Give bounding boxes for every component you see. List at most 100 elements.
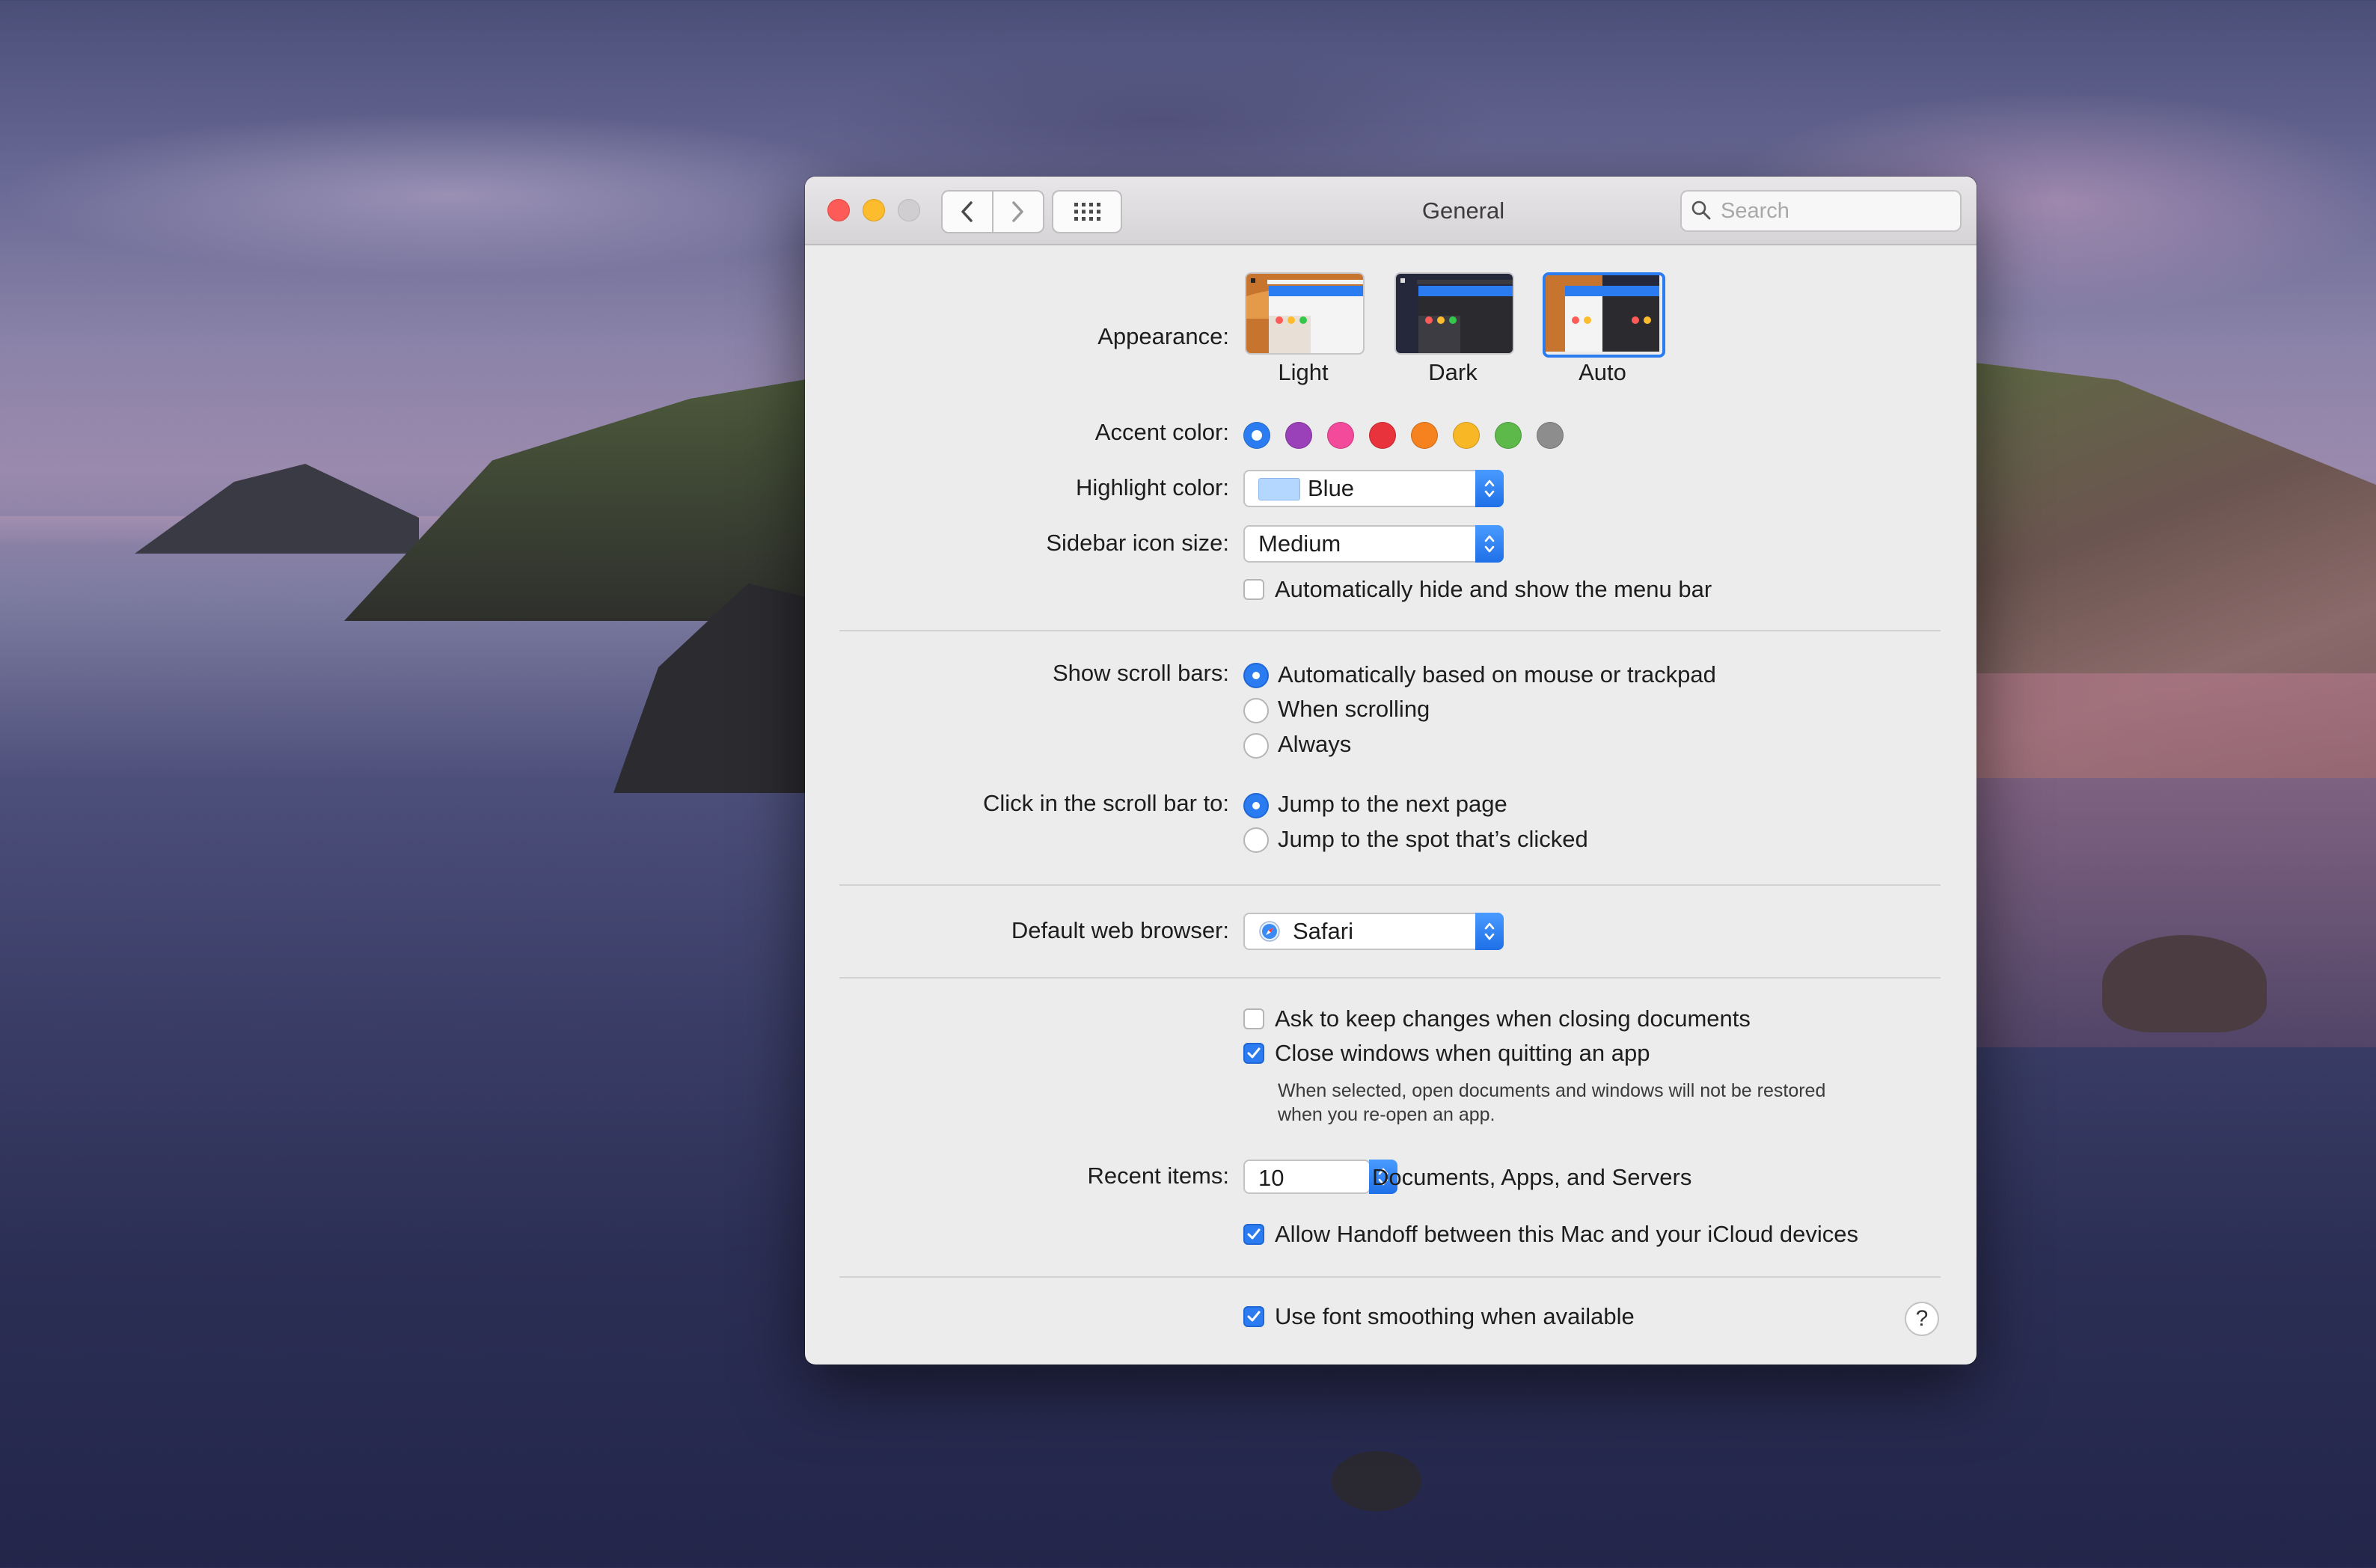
appearance-light-thumbnail[interactable] xyxy=(1245,272,1365,355)
show-scroll-bars-label: Show scroll bars: xyxy=(1052,660,1229,686)
recent-items-suffix: Documents, Apps, and Servers xyxy=(1372,1164,1692,1190)
general-preferences-window: General Appearance: xyxy=(805,177,1977,1365)
close-windows-label: Close windows when quitting an app xyxy=(1275,1040,1650,1066)
click-scroll-bar-label: Click in the scroll bar to: xyxy=(982,790,1229,816)
search-field[interactable] xyxy=(1680,190,1962,232)
wallpaper-cloud xyxy=(0,112,898,277)
window-title: General xyxy=(1421,197,1505,224)
divider xyxy=(839,1276,1941,1278)
jump-spot-clicked-label: Jump to the spot that’s clicked xyxy=(1278,826,1588,852)
appearance-auto-label: Auto xyxy=(1579,359,1626,385)
show-all-button[interactable] xyxy=(1052,190,1122,233)
appearance-dark-label: Dark xyxy=(1428,359,1478,385)
wallpaper-cloud xyxy=(823,45,1496,195)
jump-next-page-label: Jump to the next page xyxy=(1278,791,1507,817)
default-browser-value: Safari xyxy=(1293,918,1353,944)
popup-arrows xyxy=(1475,913,1504,950)
menu-bar-checkbox[interactable] xyxy=(1243,579,1264,600)
help-button[interactable]: ? xyxy=(1905,1302,1939,1336)
checkmark-icon xyxy=(1247,1228,1261,1240)
search-input[interactable] xyxy=(1719,195,1954,227)
handoff-checkbox[interactable] xyxy=(1243,1224,1264,1245)
appearance-light-label: Light xyxy=(1278,359,1329,385)
close-windows-note-line1: When selected, open documents and window… xyxy=(1278,1080,1826,1101)
scroll-when-scrolling-label: When scrolling xyxy=(1278,696,1430,722)
title-bar: General xyxy=(805,177,1977,245)
font-smoothing-checkbox[interactable] xyxy=(1243,1306,1264,1327)
wallpaper-rock xyxy=(2102,935,2267,1032)
close-window-button[interactable] xyxy=(827,199,850,221)
updown-chevron-icon xyxy=(1484,535,1495,553)
back-button[interactable] xyxy=(943,192,993,232)
sidebar-icon-size-value: Medium xyxy=(1258,530,1341,557)
updown-chevron-icon xyxy=(1484,480,1495,497)
appearance-label: Appearance: xyxy=(1097,323,1229,349)
divider xyxy=(839,977,1941,979)
chevron-right-icon xyxy=(1012,201,1023,222)
accent-label-cell: Accent color: xyxy=(805,419,1229,449)
highlight-color-popup[interactable]: Blue xyxy=(1243,470,1504,507)
accent-swatch-yellow[interactable] xyxy=(1453,422,1480,449)
chevron-left-icon xyxy=(961,201,973,222)
accent-swatch-pink[interactable] xyxy=(1327,422,1354,449)
appearance-auto-thumbnail[interactable] xyxy=(1543,272,1665,358)
jump-spot-clicked-radio[interactable] xyxy=(1243,827,1269,853)
wallpaper-island xyxy=(135,464,419,554)
scroll-bars-label-cell: Show scroll bars: xyxy=(805,660,1229,690)
accent-swatch-orange[interactable] xyxy=(1411,422,1438,449)
scroll-always-label: Always xyxy=(1278,731,1352,757)
divider xyxy=(839,630,1941,631)
accent-swatch-graphite[interactable] xyxy=(1537,422,1564,449)
accent-color-label: Accent color: xyxy=(1094,419,1229,445)
accent-swatch-green[interactable] xyxy=(1495,422,1522,449)
wallpaper-rock xyxy=(1332,1451,1421,1511)
accent-swatch-red[interactable] xyxy=(1369,422,1396,449)
default-browser-popup[interactable]: Safari xyxy=(1243,913,1504,950)
ask-keep-changes-checkbox[interactable] xyxy=(1243,1008,1264,1029)
grid-icon xyxy=(1074,203,1100,221)
highlight-color-value: Blue xyxy=(1308,475,1355,501)
minimize-window-button[interactable] xyxy=(863,199,885,221)
scroll-when-scrolling-radio[interactable] xyxy=(1243,698,1269,723)
sidebar-icon-size-popup[interactable]: Medium xyxy=(1243,525,1504,563)
popup-arrows xyxy=(1475,525,1504,563)
popup-arrows xyxy=(1475,470,1504,507)
handoff-label: Allow Handoff between this Mac and your … xyxy=(1275,1221,1859,1247)
updown-chevron-icon xyxy=(1484,922,1495,940)
sidebar-label-cell: Sidebar icon size: xyxy=(805,530,1229,560)
close-windows-note-line2: when you re-open an app. xyxy=(1278,1104,1495,1125)
dark-mode-preview-icon xyxy=(1396,274,1513,353)
close-windows-note: When selected, open documents and window… xyxy=(1278,1079,1921,1127)
scroll-auto-radio[interactable] xyxy=(1243,663,1269,688)
click-scroll-label-cell: Click in the scroll bar to: xyxy=(805,790,1229,820)
accent-swatch-purple[interactable] xyxy=(1285,422,1312,449)
close-windows-checkbox[interactable] xyxy=(1243,1043,1264,1064)
zoom-window-button[interactable] xyxy=(898,199,920,221)
recent-label-cell: Recent items: xyxy=(805,1163,1229,1192)
recent-items-field[interactable]: 10 xyxy=(1243,1160,1371,1194)
appearance-dark-thumbnail[interactable] xyxy=(1394,272,1514,355)
appearance-label-cell: Appearance: xyxy=(805,323,1229,353)
highlight-color-label: Highlight color: xyxy=(1075,474,1229,500)
auto-mode-preview-icon xyxy=(1546,275,1659,352)
divider xyxy=(839,884,1941,886)
font-smoothing-label: Use font smoothing when available xyxy=(1275,1303,1635,1329)
safari-icon xyxy=(1259,921,1280,942)
highlight-swatch xyxy=(1258,478,1300,500)
ask-keep-changes-label: Ask to keep changes when closing documen… xyxy=(1275,1005,1751,1032)
default-browser-label: Default web browser: xyxy=(1011,917,1229,943)
highlight-label-cell: Highlight color: xyxy=(805,474,1229,504)
menu-bar-label: Automatically hide and show the menu bar xyxy=(1275,576,1712,602)
sidebar-icon-size-label: Sidebar icon size: xyxy=(1046,530,1229,556)
accent-swatch-blue[interactable] xyxy=(1243,422,1270,449)
navigation-buttons xyxy=(941,190,1044,233)
light-mode-preview-icon xyxy=(1246,274,1363,353)
scroll-always-radio[interactable] xyxy=(1243,733,1269,759)
checkmark-icon xyxy=(1247,1311,1261,1322)
help-icon: ? xyxy=(1915,1306,1929,1331)
recent-items-value: 10 xyxy=(1258,1165,1285,1191)
jump-next-page-radio[interactable] xyxy=(1243,793,1269,818)
forward-button[interactable] xyxy=(993,192,1042,232)
wallpaper-island xyxy=(344,374,838,621)
browser-label-cell: Default web browser: xyxy=(805,917,1229,947)
